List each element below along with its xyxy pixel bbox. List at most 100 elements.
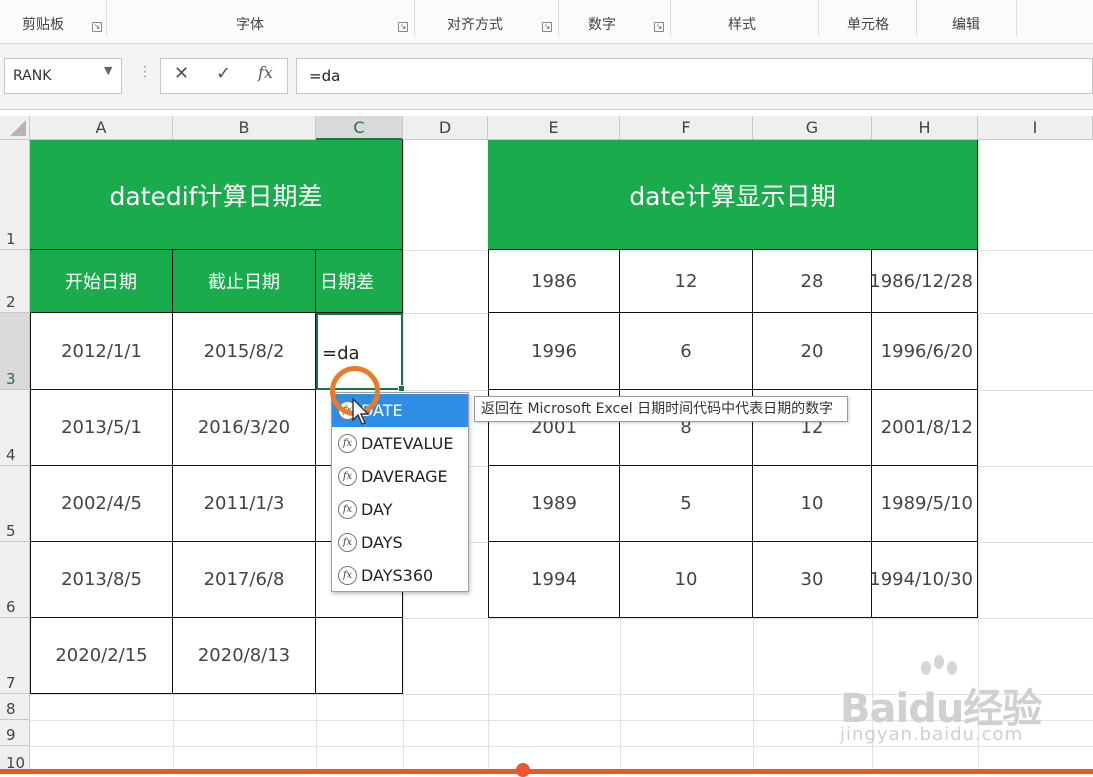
row-header-9[interactable]: 9	[0, 720, 30, 746]
ribbon-group-editing[interactable]: 编辑	[936, 14, 996, 36]
cell-e5[interactable]: 1989	[488, 466, 620, 542]
cancel-icon[interactable]: ✕	[174, 63, 189, 84]
cell-f2[interactable]: 12	[620, 250, 753, 313]
row-number: 3	[6, 370, 16, 388]
autocomplete-item-datevalue[interactable]: fx DATEVALUE	[332, 427, 468, 460]
column-header-i[interactable]: I	[978, 116, 1093, 140]
ribbon-group-styles[interactable]: 样式	[712, 14, 772, 36]
autocomplete-item-daverage[interactable]: fx DAVERAGE	[332, 460, 468, 493]
column-header-a[interactable]: A	[30, 116, 173, 140]
column-header-e[interactable]: E	[488, 116, 620, 140]
ribbon-separator	[916, 0, 917, 36]
table1-header-end-date[interactable]: 截止日期	[173, 250, 316, 313]
select-all-corner[interactable]	[0, 116, 30, 140]
cell-g6[interactable]: 30	[753, 542, 872, 618]
ribbon-group-font[interactable]: 字体	[200, 14, 300, 36]
row-header-3[interactable]: 3	[0, 313, 30, 390]
chevron-down-icon[interactable]: ▼	[104, 64, 112, 77]
ribbon-separator	[1016, 0, 1017, 36]
table1-header-date-diff[interactable]: 日期差	[316, 250, 403, 313]
cell-a7[interactable]: 2020/2/15	[30, 618, 173, 694]
clipboard-launcher-icon[interactable]: ↘	[92, 22, 102, 32]
watermark-url: jingyan.baidu.com	[840, 724, 1024, 745]
function-icon: fx	[338, 500, 357, 519]
row-header-2[interactable]: 2	[0, 250, 30, 313]
fill-handle[interactable]	[398, 385, 405, 392]
cell-g2[interactable]: 28	[753, 250, 872, 313]
ribbon-group-alignment[interactable]: 对齐方式	[430, 14, 520, 36]
cell-h4[interactable]: 2001/8/12	[872, 390, 978, 466]
cell-a6[interactable]: 2013/8/5	[30, 542, 173, 618]
cell-c7[interactable]	[316, 618, 403, 694]
column-header-b[interactable]: B	[173, 116, 316, 140]
table2-title[interactable]: date计算显示日期	[488, 140, 978, 250]
autocomplete-item-label: DAY	[361, 500, 393, 519]
row-number: 7	[6, 674, 16, 692]
column-header-d[interactable]: D	[403, 116, 488, 140]
ribbon-separator	[818, 0, 819, 36]
row-header-1[interactable]: 1	[0, 140, 30, 250]
cell-a3[interactable]: 2012/1/1	[30, 313, 173, 390]
table1-title[interactable]: datedif计算日期差	[30, 140, 403, 250]
function-tooltip: 返回在 Microsoft Excel 日期时间代码中代表日期的数字	[474, 396, 848, 422]
cell-h3[interactable]: 1996/6/20	[872, 313, 978, 390]
cell-f3[interactable]: 6	[620, 313, 753, 390]
cell-g3[interactable]: 20	[753, 313, 872, 390]
cell-b6[interactable]: 2017/6/8	[173, 542, 316, 618]
cell-b4[interactable]: 2016/3/20	[173, 390, 316, 466]
autocomplete-item-label: DAYS360	[361, 566, 434, 585]
cell-e3[interactable]: 1996	[488, 313, 620, 390]
row-number: 1	[6, 230, 16, 248]
video-progress-bar[interactable]	[0, 769, 1093, 774]
cell-b5[interactable]: 2011/1/3	[173, 466, 316, 542]
cell-b3[interactable]: 2015/8/2	[173, 313, 316, 390]
ribbon-separator	[106, 0, 107, 36]
cell-e6[interactable]: 1994	[488, 542, 620, 618]
cell-f5[interactable]: 5	[620, 466, 753, 542]
autocomplete-item-label: DAYS	[361, 533, 403, 552]
insert-function-icon[interactable]: fx	[258, 63, 273, 82]
row-header-6[interactable]: 6	[0, 542, 30, 618]
cell-b7[interactable]: 2020/8/13	[173, 618, 316, 694]
row-number: 6	[6, 598, 16, 616]
function-icon: fx	[338, 434, 357, 453]
enter-icon[interactable]: ✓	[216, 63, 231, 84]
column-header-h[interactable]: H	[872, 116, 978, 140]
column-header-f[interactable]: F	[620, 116, 753, 140]
column-header-c[interactable]: C	[316, 116, 403, 140]
cell-g5[interactable]: 10	[753, 466, 872, 542]
function-icon: fx	[338, 467, 357, 486]
alignment-launcher-icon[interactable]: ↘	[542, 22, 552, 32]
autocomplete-item-label: DATEVALUE	[361, 434, 454, 453]
formula-input[interactable]: =da	[296, 58, 1093, 94]
function-icon: fx	[338, 566, 357, 585]
table1-header-start-date[interactable]: 开始日期	[30, 250, 173, 313]
cell-h6[interactable]: 1994/10/30	[869, 542, 978, 618]
cell-e2[interactable]: 1986	[488, 250, 620, 313]
column-header-g[interactable]: G	[753, 116, 872, 140]
cell-a4[interactable]: 2013/5/1	[30, 390, 173, 466]
ribbon-group-clipboard[interactable]: 剪贴板	[8, 14, 78, 36]
row-number: 8	[6, 700, 16, 718]
row-number: 2	[6, 293, 16, 311]
row-header-4[interactable]: 4	[0, 390, 30, 466]
cell-h5[interactable]: 1989/5/10	[872, 466, 978, 542]
autocomplete-item-day[interactable]: fx DAY	[332, 493, 468, 526]
autocomplete-item-days[interactable]: fx DAYS	[332, 526, 468, 559]
ribbon-group-cells[interactable]: 单元格	[832, 14, 904, 36]
row-number: 9	[6, 726, 16, 744]
row-header-7[interactable]: 7	[0, 618, 30, 694]
cell-f6[interactable]: 10	[620, 542, 753, 618]
progress-handle[interactable]	[516, 763, 530, 777]
autocomplete-item-label: DAVERAGE	[361, 467, 448, 486]
cell-h2[interactable]: 1986/12/28	[869, 250, 978, 313]
function-icon: fx	[338, 533, 357, 552]
row-header-5[interactable]: 5	[0, 466, 30, 542]
ribbon-group-number[interactable]: 数字	[574, 14, 630, 36]
row-header-8[interactable]: 8	[0, 694, 30, 720]
cell-a5[interactable]: 2002/4/5	[30, 466, 173, 542]
autocomplete-item-days360[interactable]: fx DAYS360	[332, 559, 468, 592]
font-launcher-icon[interactable]: ↘	[398, 22, 408, 32]
ribbon-separator	[670, 0, 671, 36]
number-launcher-icon[interactable]: ↘	[654, 22, 664, 32]
